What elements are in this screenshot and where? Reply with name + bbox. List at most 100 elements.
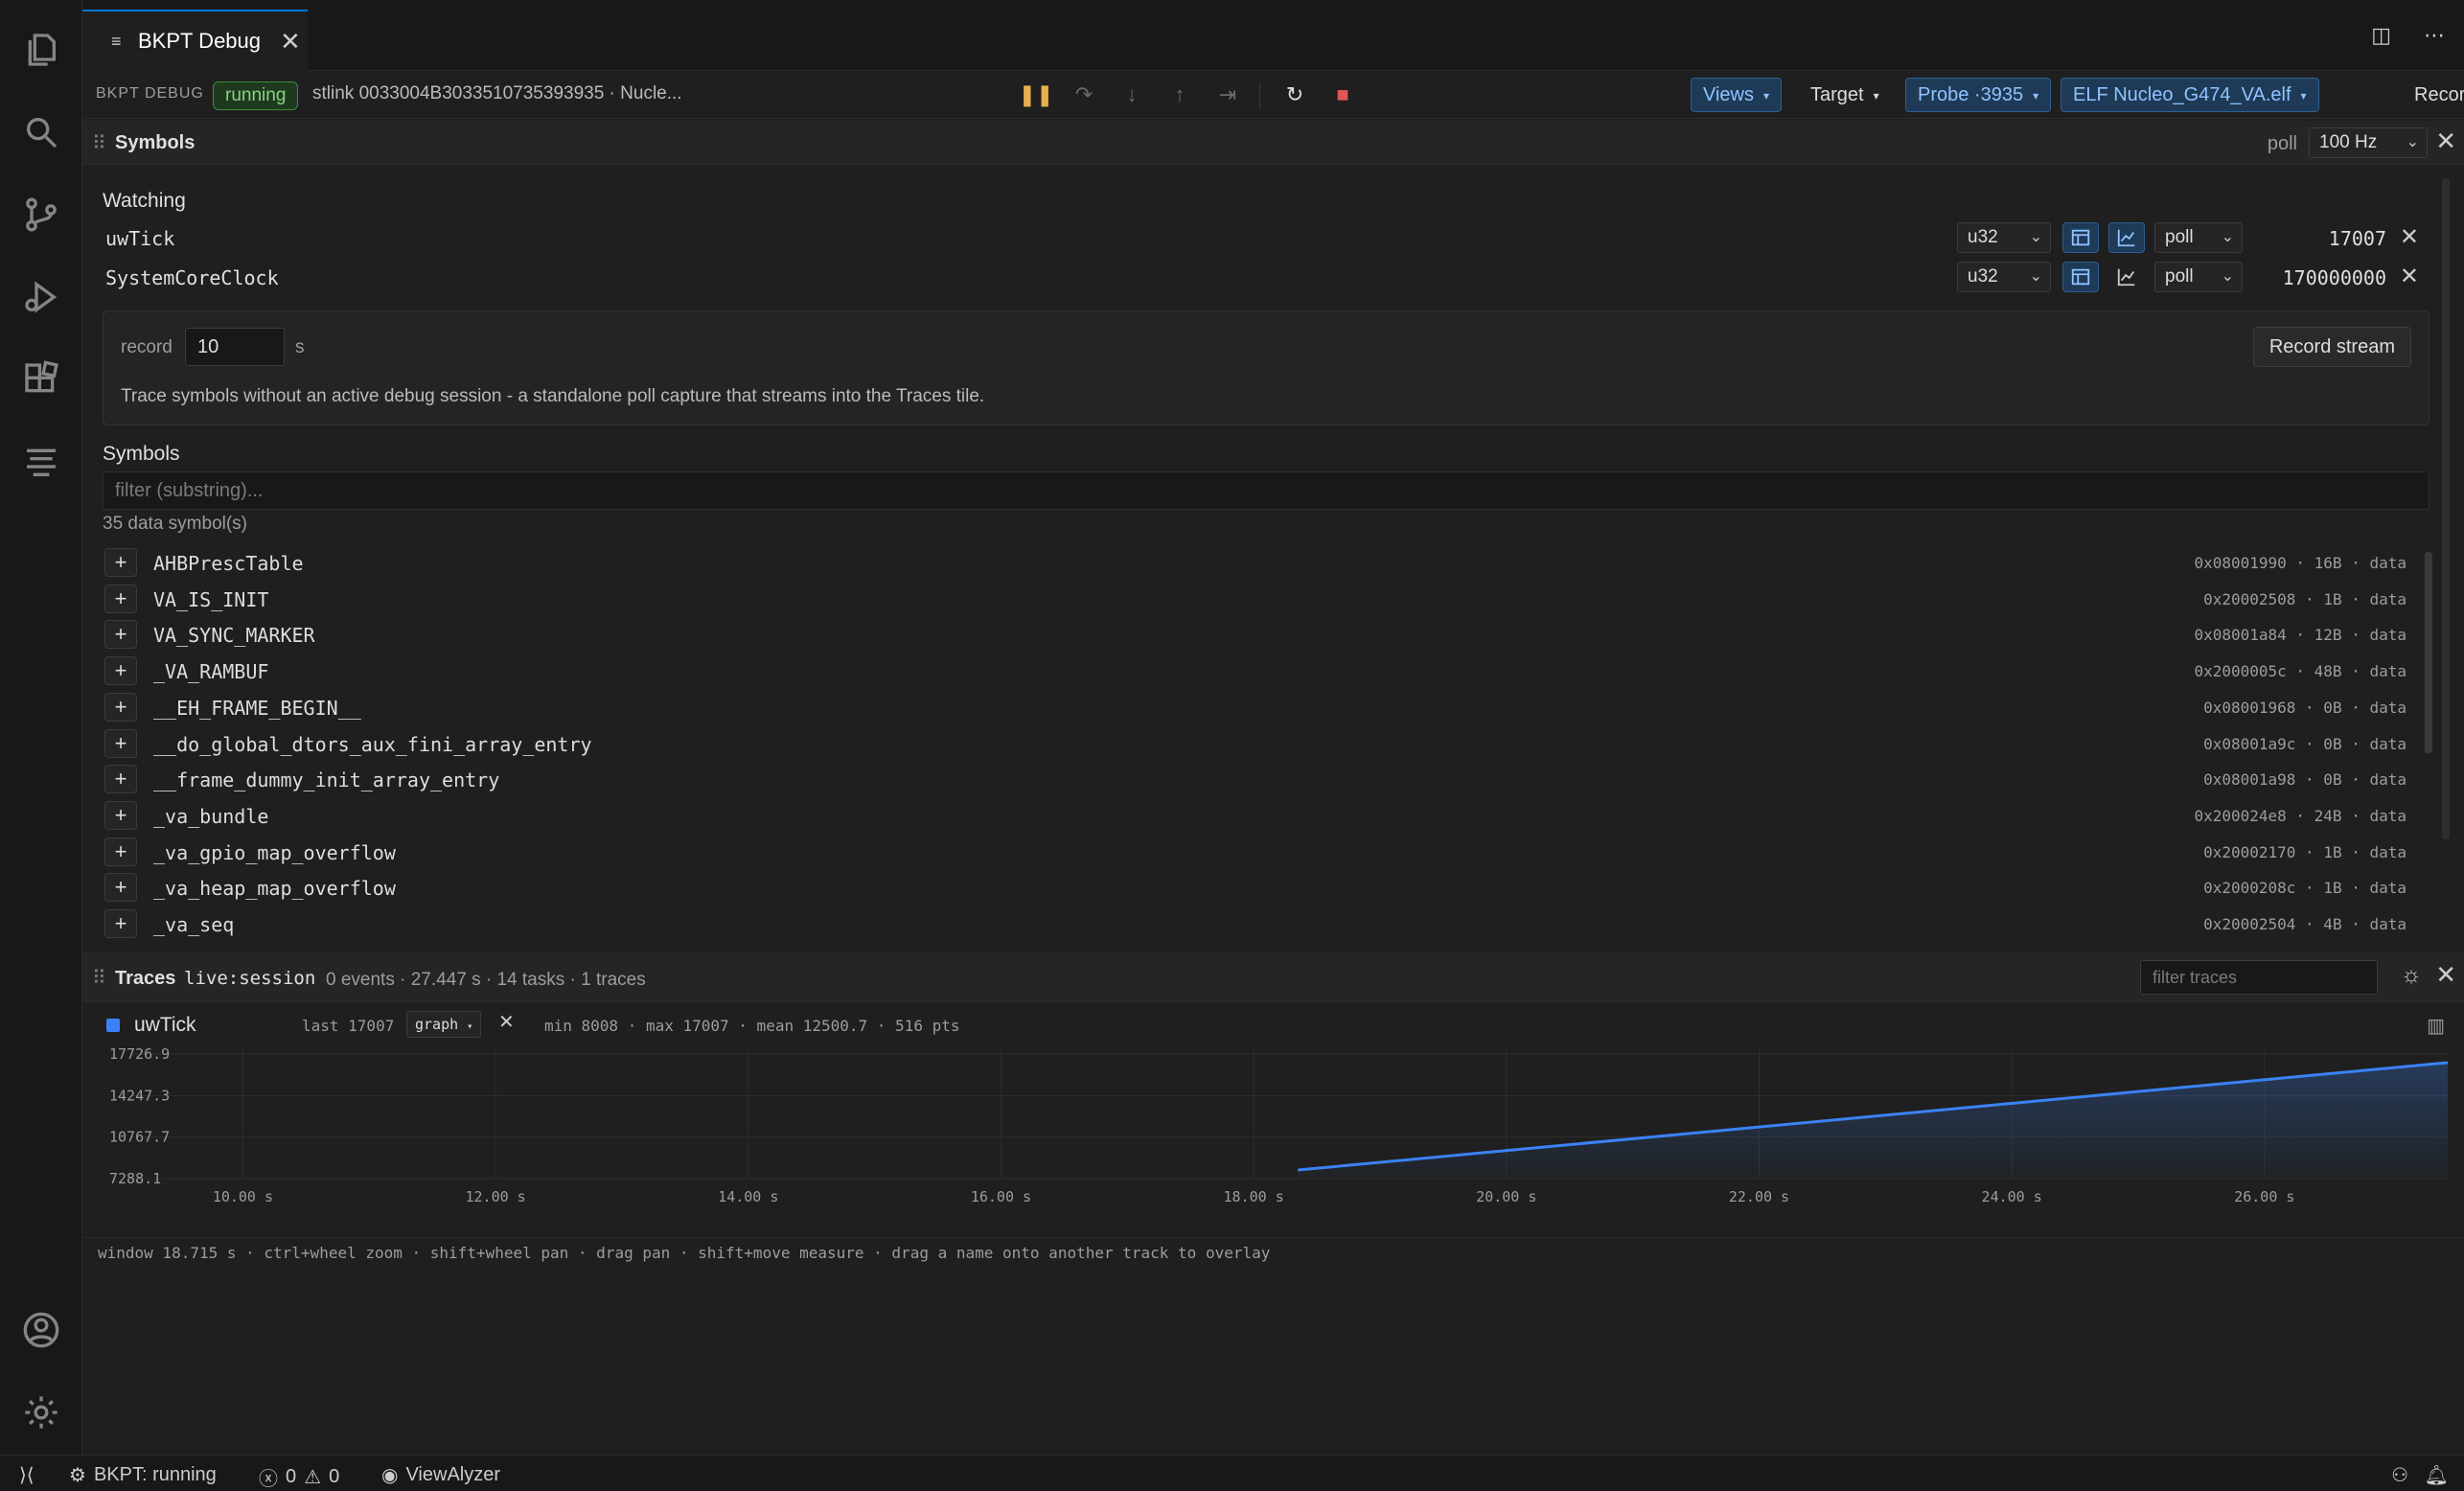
type-select[interactable]: u32 ⌄ [1957, 222, 2051, 253]
trace-filter-input[interactable]: filter traces [2140, 960, 2378, 995]
add-watch-button[interactable]: + [104, 765, 137, 794]
symbol-name: _va_bundle [153, 804, 269, 828]
trace-settings-icon[interactable]: ☼ [2401, 962, 2422, 989]
trace-chart[interactable]: 17726.9 14247.3 10767.7 7288.1 10.00 s 12.00 … [82, 1044, 2464, 1205]
graph-view-toggle[interactable] [2108, 222, 2145, 253]
debug-status-item[interactable]: ⚙ BKPT: running [69, 1463, 217, 1487]
drag-handle-icon[interactable]: ⠿ [92, 131, 106, 155]
add-watch-button[interactable]: + [104, 837, 137, 866]
run-to-cursor-icon[interactable]: ⇥ [1213, 80, 1242, 109]
search-icon[interactable] [20, 111, 62, 153]
symbol-meta: 0x2000208c · 1B · data [2203, 879, 2406, 898]
add-watch-button[interactable]: + [104, 692, 137, 722]
close-panel-icon[interactable]: ✕ [2435, 126, 2456, 156]
split-editor-icon[interactable]: ◫ [2371, 23, 2391, 48]
copilot-icon[interactable]: ⚇ [2391, 1463, 2408, 1487]
watch-name: SystemCoreClock [105, 266, 279, 289]
tab-title: BKPT Debug [138, 29, 262, 53]
symbol-meta: 0x08001a84 · 12B · data [2194, 626, 2406, 645]
remove-watch-icon[interactable]: ✕ [2400, 263, 2419, 290]
drag-handle-icon[interactable]: ⠿ [92, 966, 106, 990]
add-watch-button[interactable]: + [104, 909, 137, 938]
symbol-list-scrollbar[interactable] [2425, 552, 2432, 753]
close-panel-icon[interactable]: ✕ [2435, 960, 2456, 990]
watch-value: 170000000 [2282, 266, 2386, 289]
account-icon[interactable] [20, 1309, 62, 1351]
y-tick-label: 10767.7 [109, 1129, 170, 1146]
list-item: + _va_heap_map_overflow 0x2000208c · 1B · … [103, 871, 2406, 906]
panel-scrollbar[interactable] [2442, 178, 2450, 839]
table-icon [2071, 229, 2090, 246]
line-chart-icon [2117, 268, 2135, 287]
step-over-icon[interactable]: ↷ [1070, 80, 1098, 109]
probe-label: Probe ·3935 [1918, 84, 2024, 105]
add-watch-button[interactable]: + [104, 620, 137, 650]
mode-select[interactable]: poll ⌄ [2154, 262, 2243, 292]
symbol-meta: 0x08001a9c · 0B · data [2203, 734, 2406, 753]
caret-down-icon: ▾ [1873, 88, 1879, 103]
remove-watch-icon[interactable]: ✕ [2400, 223, 2419, 251]
bar-chart-icon[interactable]: ▥ [2427, 1014, 2445, 1038]
recording-button[interactable]: Recording▾ [2402, 78, 2464, 112]
step-out-icon[interactable]: ↑ [1165, 80, 1194, 109]
series-name[interactable]: uwTick [134, 1014, 196, 1037]
notifications-bell-icon[interactable]: 🔔︎ [2425, 1463, 2449, 1487]
probe-button[interactable]: Probe ·3935 ▾ [1905, 78, 2052, 112]
tab-bkpt-debug[interactable]: ≡ BKPT Debug ✕ [82, 10, 308, 71]
list-item: + VA_SYNC_MARKER 0x08001a84 · 12B · data [103, 618, 2406, 653]
add-watch-button[interactable]: + [104, 873, 137, 903]
series-color-swatch [106, 1019, 120, 1032]
record-duration-input[interactable]: 10 [185, 328, 285, 366]
series-stats: min 8008 · max 17007 · mean 12500.7 · 51… [544, 1017, 960, 1035]
symbols-heading: Symbols [103, 443, 180, 465]
record-label: record [121, 337, 173, 357]
add-watch-button[interactable]: + [104, 800, 137, 830]
extensions-icon[interactable] [20, 358, 62, 401]
watch-row: SystemCoreClock u32 ⌄ poll ⌄ 170000000 ✕ [82, 259, 2436, 297]
views-button[interactable]: Views ▾ [1691, 78, 1783, 112]
symbol-name: AHBPrescTable [153, 552, 304, 575]
caret-down-icon: ▾ [2300, 88, 2307, 103]
activity-bar [0, 0, 82, 1455]
symbol-filter-input[interactable]: filter (substring)... [103, 471, 2429, 510]
poll-rate-value: 100 Hz [2319, 132, 2378, 152]
tab-close-icon[interactable]: ✕ [280, 27, 301, 57]
settings-gear-icon[interactable] [20, 1391, 62, 1434]
chevron-down-icon: ⌄ [2221, 229, 2234, 245]
step-into-icon[interactable]: ↓ [1117, 80, 1146, 109]
mode-select[interactable]: poll ⌄ [2154, 222, 2243, 253]
explorer-icon[interactable] [20, 29, 62, 71]
add-watch-button[interactable]: + [104, 656, 137, 686]
recording-label: Recording [2414, 84, 2464, 105]
symbol-meta: 0x20002504 · 4B · data [2203, 915, 2406, 933]
source-control-icon[interactable] [20, 194, 62, 236]
stop-icon[interactable]: ■ [1328, 80, 1357, 109]
series-last-value: last 17007 [302, 1017, 395, 1035]
bkpt-debug-icon[interactable] [20, 441, 62, 483]
table-view-toggle[interactable] [2062, 262, 2099, 292]
add-watch-button[interactable]: + [104, 728, 137, 758]
more-actions-icon[interactable]: ⋯ [2424, 23, 2445, 48]
remote-icon[interactable]: ⟩⟨ [19, 1463, 35, 1487]
add-watch-button[interactable]: + [104, 584, 137, 613]
list-item: + AHBPrescTable 0x08001990 · 16B · data [103, 546, 2406, 581]
restart-icon[interactable]: ↻ [1280, 80, 1309, 109]
add-watch-button[interactable]: + [104, 548, 137, 577]
problems-item[interactable]: ⓧ 0 ⚠ 0 [259, 1463, 339, 1491]
graph-view-toggle[interactable] [2108, 262, 2145, 292]
run-debug-icon[interactable] [20, 276, 62, 318]
poll-rate-select[interactable]: 100 Hz ⌄ [2309, 127, 2428, 158]
type-select[interactable]: u32 ⌄ [1957, 262, 2051, 292]
table-view-toggle[interactable] [2062, 222, 2099, 253]
remove-series-icon[interactable]: ✕ [498, 1010, 515, 1034]
elf-button[interactable]: ELF Nucleo_G474_VA.elf ▾ [2061, 78, 2319, 112]
target-button[interactable]: Target ▾ [1798, 78, 1892, 112]
mode-value: poll [2165, 266, 2194, 287]
traces-panel-header: ⠿ Traces live:session 0 events · 27.447 … [82, 952, 2464, 1002]
record-stream-button[interactable]: Record stream [2252, 327, 2411, 367]
pause-icon[interactable]: ❚❚ [1019, 80, 1054, 109]
x-tick-label: 24.00 s [1982, 1188, 2042, 1205]
watch-row: uwTick u32 ⌄ poll ⌄ 17007 ✕ [82, 219, 2436, 258]
series-mode-select[interactable]: graph ▾ [406, 1011, 482, 1038]
extension-status-item[interactable]: ◉ ViewAlyzer [381, 1463, 500, 1487]
